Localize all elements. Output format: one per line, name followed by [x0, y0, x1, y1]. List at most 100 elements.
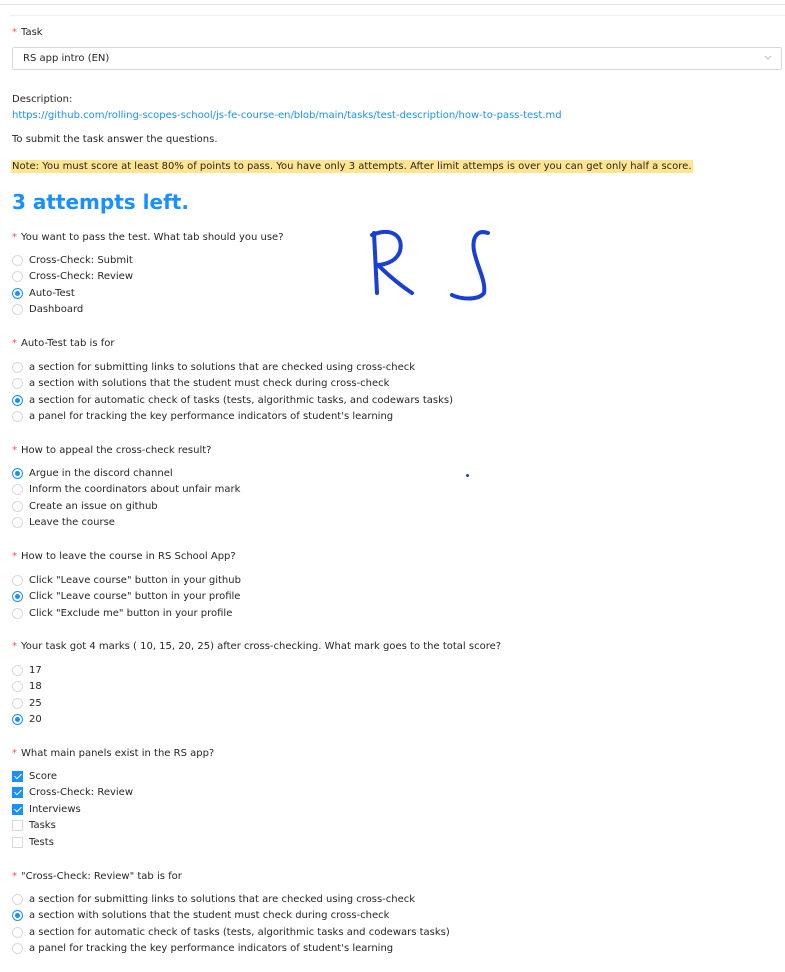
- required-marker: *: [12, 551, 17, 562]
- radio-option[interactable]: Inform the coordinators about unfair mar…: [12, 482, 240, 498]
- radio-option[interactable]: a section with solutions that the studen…: [12, 908, 389, 924]
- option-label: Leave the course: [29, 517, 115, 528]
- radio-option[interactable]: a section with solutions that the studen…: [12, 376, 389, 392]
- question-text: Auto-Test tab is for: [21, 338, 115, 349]
- option-label: Inform the coordinators about unfair mar…: [29, 484, 241, 495]
- top-divider: [0, 4, 785, 5]
- radio-option[interactable]: Auto-Test: [12, 285, 75, 301]
- radio-option[interactable]: 20: [12, 712, 42, 728]
- option-label: Cross-Check: Review: [29, 271, 134, 282]
- attempts-left-heading: 3 attempts left.: [12, 190, 189, 214]
- radio-button[interactable]: [12, 287, 23, 299]
- checkbox[interactable]: [12, 820, 23, 831]
- radio-button[interactable]: [12, 484, 23, 495]
- radio-button[interactable]: [12, 574, 23, 586]
- option-label: 25: [29, 697, 42, 709]
- radio-option[interactable]: a section for automatic check of tasks (…: [12, 392, 453, 408]
- radio-button[interactable]: [12, 361, 23, 373]
- checkbox[interactable]: [12, 836, 23, 848]
- option-label: Click "Exclude me" button in your profil…: [29, 607, 233, 619]
- radio-button[interactable]: [12, 500, 23, 512]
- radio-option[interactable]: a section for submitting links to soluti…: [12, 891, 415, 907]
- radio-button[interactable]: [12, 304, 23, 315]
- question-text: How to appeal the cross-check result?: [21, 445, 212, 456]
- question-text: How to leave the course in RS School App…: [21, 551, 236, 562]
- description: Description: https://github.com/rolling-…: [12, 92, 562, 124]
- option-label: a section with solutions that the studen…: [29, 378, 390, 389]
- option-label: Interviews: [29, 803, 81, 815]
- radio-button[interactable]: [12, 271, 23, 282]
- radio-option[interactable]: Click "Leave course" button in your prof…: [12, 589, 240, 605]
- radio-button[interactable]: [12, 591, 23, 602]
- radio-option[interactable]: Cross-Check: Submit: [12, 252, 133, 268]
- option-label: a section for automatic check of tasks (…: [29, 394, 453, 406]
- option-label: a section for submitting links to soluti…: [29, 361, 416, 373]
- description-link[interactable]: https://github.com/rolling-scopes-school…: [12, 110, 562, 121]
- option-label: Dashboard: [29, 304, 84, 315]
- radio-button[interactable]: [12, 394, 23, 406]
- question-3: * How to appeal the cross-check result?: [12, 445, 211, 456]
- radio-button[interactable]: [12, 910, 23, 921]
- required-marker: *: [12, 748, 17, 759]
- radio-option[interactable]: Leave the course: [12, 515, 115, 531]
- task-select[interactable]: RS app intro (EN): [12, 47, 782, 70]
- radio-button[interactable]: [12, 517, 23, 528]
- question-text: Your task got 4 marks ( 10, 15, 20, 25) …: [21, 641, 502, 652]
- radio-button[interactable]: [12, 607, 23, 619]
- radio-option[interactable]: Create an issue on github: [12, 498, 158, 514]
- radio-button[interactable]: [12, 664, 23, 676]
- question-7: * "Cross-Check: Review" tab is for: [12, 871, 182, 882]
- radio-option[interactable]: 17: [12, 662, 42, 678]
- question-text: What main panels exist in the RS app?: [21, 748, 215, 759]
- radio-button[interactable]: [12, 411, 23, 422]
- radio-button[interactable]: [12, 714, 23, 725]
- checkbox[interactable]: [12, 803, 23, 815]
- radio-option[interactable]: Click "Exclude me" button in your profil…: [12, 605, 232, 621]
- option-label: Tests: [29, 836, 54, 848]
- radio-option[interactable]: a section for automatic check of tasks (…: [12, 924, 450, 940]
- radio-button[interactable]: [12, 943, 23, 954]
- required-marker: *: [12, 338, 17, 349]
- radio-button[interactable]: [12, 697, 23, 709]
- question-4: * How to leave the course in RS School Ap…: [12, 551, 236, 562]
- question-5: * Your task got 4 marks ( 10, 15, 20, 25)…: [12, 641, 501, 652]
- checkbox-option[interactable]: Score: [12, 768, 57, 784]
- radio-button[interactable]: [12, 254, 23, 266]
- ink-dot: [466, 474, 469, 477]
- radio-button[interactable]: [12, 681, 23, 692]
- option-label: a section with solutions that the studen…: [29, 910, 390, 921]
- radio-button[interactable]: [12, 467, 23, 479]
- checkbox-option[interactable]: Cross-Check: Review: [12, 785, 133, 801]
- task-label: * Task: [12, 27, 43, 38]
- radio-option[interactable]: Cross-Check: Review: [12, 269, 133, 285]
- radio-option[interactable]: a panel for tracking the key performance…: [12, 941, 393, 957]
- option-label: Click "Leave course" button in your gith…: [29, 574, 241, 586]
- option-label: 18: [29, 681, 42, 692]
- radio-option[interactable]: a panel for tracking the key performance…: [12, 409, 393, 425]
- option-label: a section for submitting links to soluti…: [29, 893, 416, 905]
- option-label: Tasks: [29, 820, 56, 831]
- radio-option[interactable]: Click "Leave course" button in your gith…: [12, 572, 241, 588]
- option-label: a section for automatic check of tasks (…: [29, 926, 450, 938]
- task-label-text: Task: [21, 27, 43, 38]
- option-label: Click "Leave course" button in your prof…: [29, 591, 241, 602]
- radio-option[interactable]: Argue in the discord channel: [12, 465, 173, 481]
- radio-button[interactable]: [12, 893, 23, 905]
- checkbox[interactable]: [12, 787, 23, 798]
- radio-option[interactable]: a section for submitting links to soluti…: [12, 359, 415, 375]
- radio-option[interactable]: 18: [12, 679, 42, 695]
- radio-option[interactable]: 25: [12, 695, 42, 711]
- checkbox-option[interactable]: Interviews: [12, 801, 81, 817]
- checkbox-option[interactable]: Tasks: [12, 818, 56, 834]
- option-label: a panel for tracking the key performance…: [29, 411, 394, 422]
- option-label: Auto-Test: [29, 287, 75, 299]
- option-label: Cross-Check: Review: [29, 787, 134, 798]
- radio-option[interactable]: Dashboard: [12, 302, 83, 318]
- radio-button[interactable]: [12, 926, 23, 938]
- question-6: * What main panels exist in the RS app?: [12, 748, 214, 759]
- option-label: a panel for tracking the key performance…: [29, 943, 394, 954]
- checkbox[interactable]: [12, 770, 23, 782]
- option-label: Create an issue on github: [29, 500, 158, 512]
- checkbox-option[interactable]: Tests: [12, 834, 54, 850]
- radio-button[interactable]: [12, 378, 23, 389]
